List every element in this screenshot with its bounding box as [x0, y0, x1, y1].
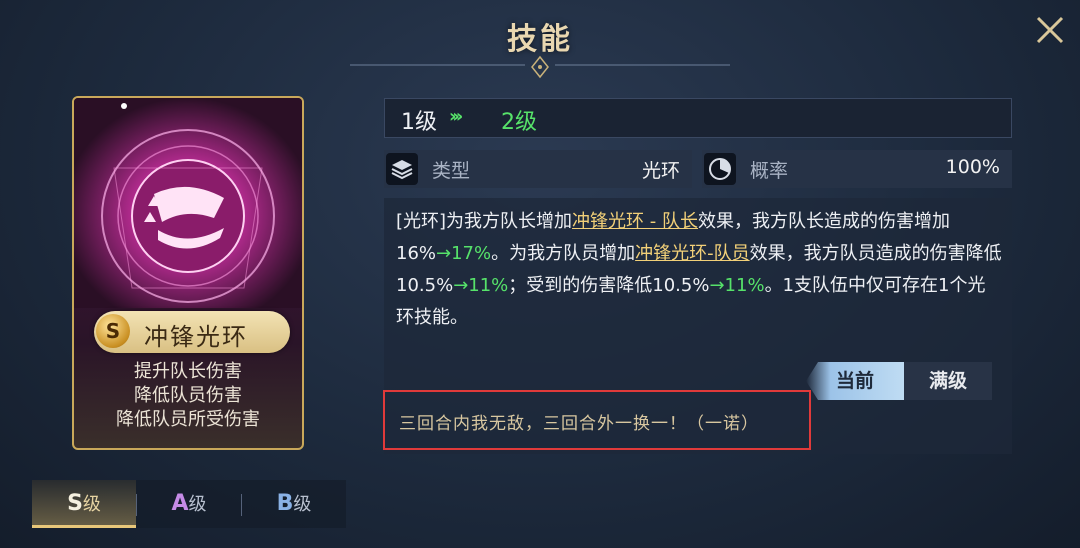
level-bar: 1级 ››› 2级: [384, 98, 1012, 138]
current-level: 1级: [401, 110, 437, 135]
layers-icon: [386, 153, 418, 185]
upgrade-value: →11%: [453, 275, 509, 296]
upgrade-value: →17%: [436, 243, 492, 264]
grade-tabs: S级 A级 B级: [32, 480, 346, 528]
max-level-toggle[interactable]: 满级: [904, 362, 992, 400]
type-label: 类型: [432, 160, 471, 182]
upgrade-value: →11%: [709, 275, 765, 296]
rate-value: 100%: [945, 156, 1000, 178]
skill-art-image: [74, 98, 302, 308]
close-button[interactable]: [1030, 10, 1070, 50]
effect-line: 提升队长伤害: [134, 361, 242, 382]
annotation-highlight-box: 三回合内我无敌，三回合外一换一！（一诺）: [383, 390, 811, 450]
tab-s-grade[interactable]: S级: [32, 480, 136, 528]
next-level: 2级: [501, 110, 537, 135]
tab-b-grade[interactable]: B级: [242, 480, 346, 528]
rate-label: 概率: [750, 160, 789, 182]
rate-stat: 概率 100%: [702, 150, 1012, 188]
skill-name: 冲锋光环: [144, 323, 248, 351]
page-title: 技能: [507, 22, 573, 57]
current-level-toggle[interactable]: 当前: [806, 362, 904, 400]
tab-a-grade[interactable]: A级: [137, 480, 241, 528]
aura-captain-link[interactable]: 冲锋光环 - 队长: [572, 211, 698, 232]
skill-card: S 冲锋光环 提升队长伤害 降低队员伤害 降低队员所受伤害: [72, 96, 304, 450]
effect-line: 降低队员所受伤害: [116, 409, 260, 430]
aura-member-link[interactable]: 冲锋光环-队员: [635, 243, 750, 264]
grade-badge: S: [96, 314, 130, 348]
close-icon[interactable]: [1030, 10, 1070, 50]
skill-description: [光环]为我方队长增加冲锋光环 - 队长效果，我方队长造成的伤害增加16%→17…: [396, 211, 1002, 328]
level-arrow-icon: ›››: [449, 106, 463, 127]
skill-effects-list: 提升队长伤害 降低队员伤害 降低队员所受伤害: [74, 360, 302, 432]
type-stat: 类型 光环: [384, 150, 692, 188]
title-ornament: [350, 55, 730, 79]
type-value: 光环: [641, 160, 680, 182]
pie-chart-icon: [704, 153, 736, 185]
skill-name-bar: S 冲锋光环: [94, 311, 290, 353]
effect-line: 降低队员伤害: [134, 385, 242, 406]
annotation-text: 三回合内我无敌，三回合外一换一！（一诺）: [399, 414, 759, 434]
